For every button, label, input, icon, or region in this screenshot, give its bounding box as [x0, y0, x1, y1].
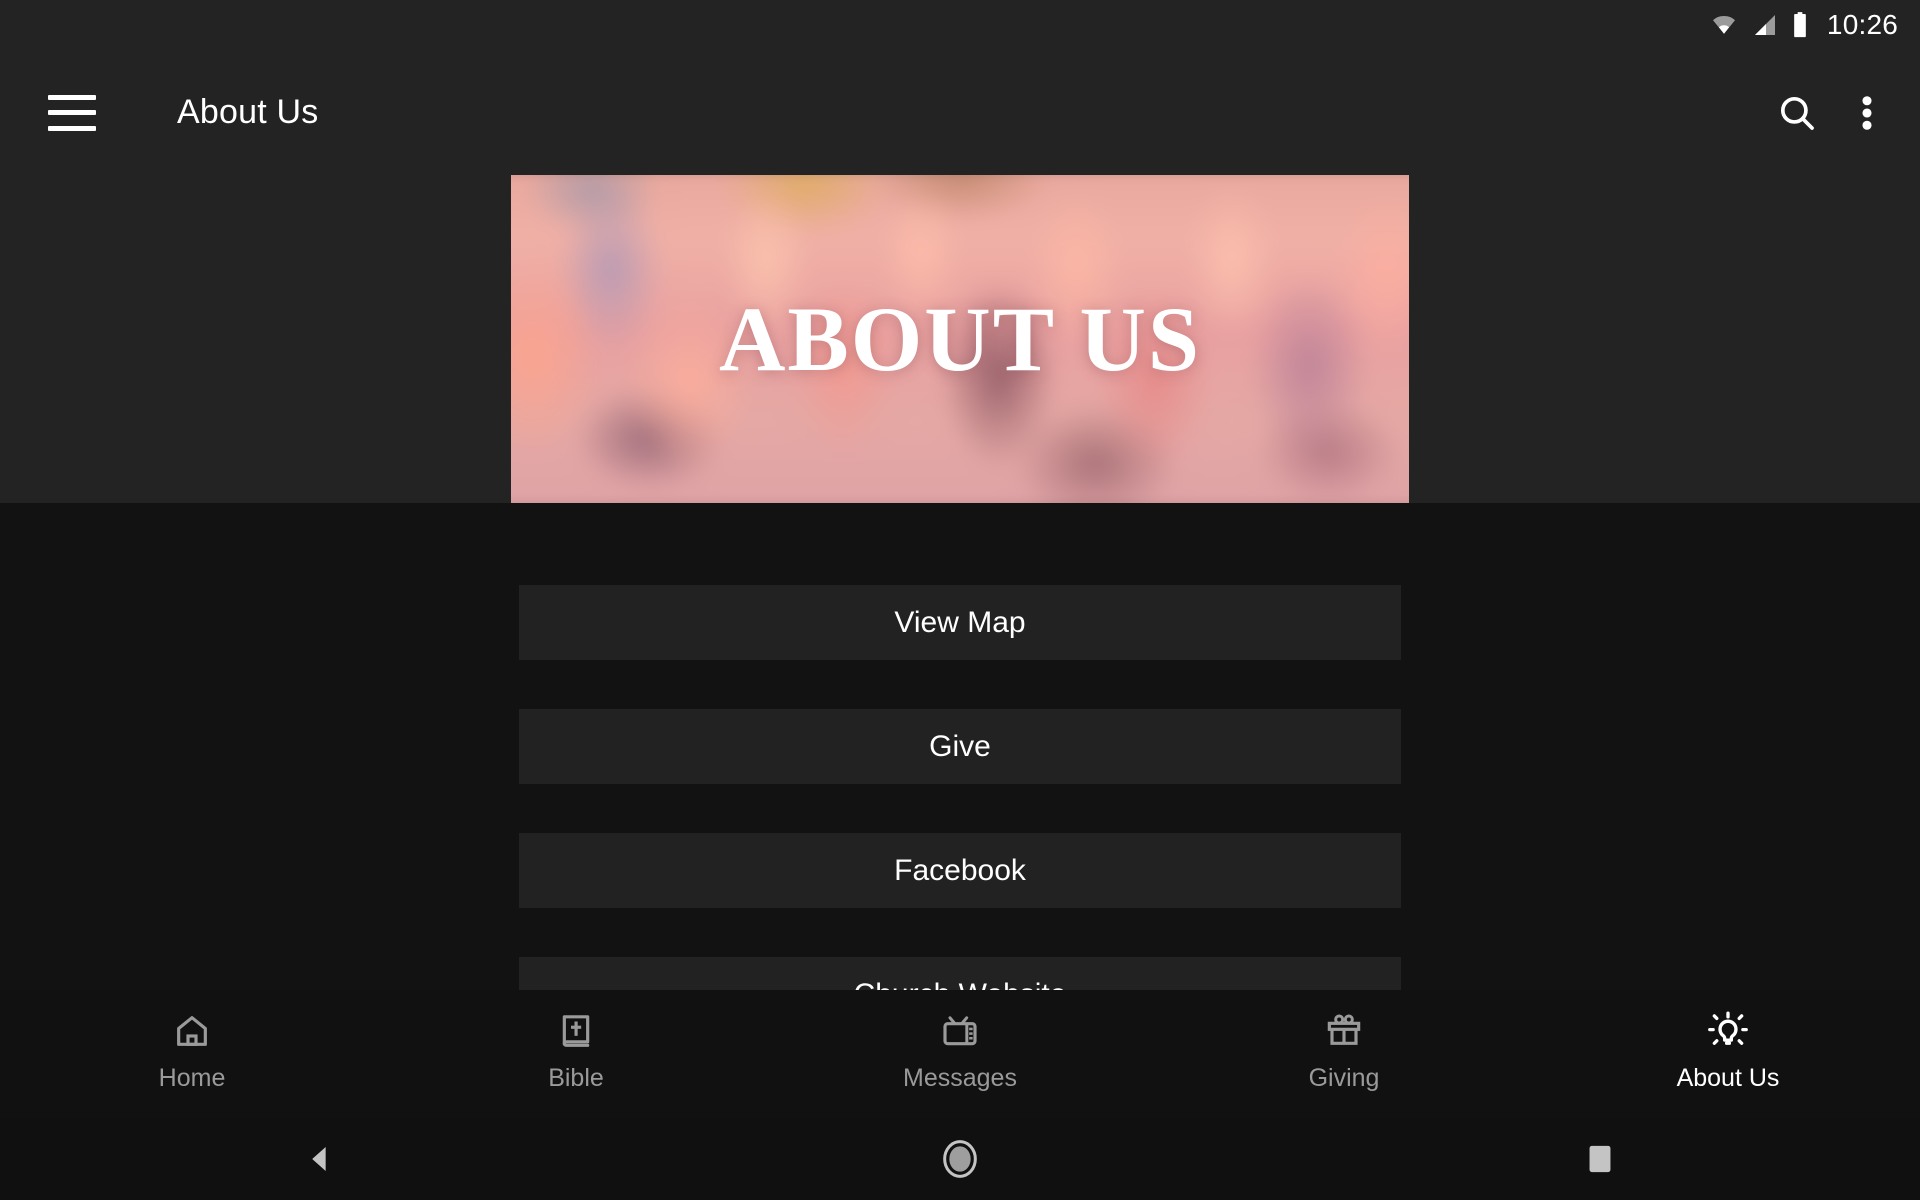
gift-icon: [1324, 1010, 1364, 1052]
tab-label-messages: Messages: [903, 1064, 1017, 1092]
cellular-signal-icon: [1751, 13, 1779, 37]
view-map-button[interactable]: View Map: [519, 585, 1401, 660]
tab-messages[interactable]: Messages: [768, 990, 1152, 1093]
give-button[interactable]: Give: [519, 709, 1401, 784]
tab-home[interactable]: Home: [0, 990, 384, 1093]
facebook-button[interactable]: Facebook: [519, 833, 1401, 908]
bottom-tab-bar: Home Bible Messages Giving About Us: [0, 990, 1920, 1118]
hero-section: ABOUT US: [0, 175, 1920, 503]
tab-label-bible: Bible: [548, 1064, 604, 1092]
bible-icon: [556, 1010, 596, 1052]
wifi-icon: [1709, 13, 1739, 37]
recents-square-icon[interactable]: [1540, 1142, 1660, 1176]
tv-icon: [940, 1010, 980, 1052]
hamburger-menu-icon[interactable]: [48, 94, 96, 131]
tab-giving[interactable]: Giving: [1152, 990, 1536, 1093]
hero-title: ABOUT US: [718, 288, 1202, 390]
more-vertical-icon[interactable]: [1860, 92, 1874, 134]
battery-icon: [1791, 11, 1809, 39]
android-system-nav: [0, 1118, 1920, 1200]
main-content: View Map Give Facebook Church Website: [0, 503, 1920, 990]
tab-about-us[interactable]: About Us: [1536, 990, 1920, 1093]
lightbulb-icon: [1707, 1010, 1749, 1052]
tab-label-about-us: About Us: [1676, 1064, 1780, 1092]
status-bar-time: 10:26: [1826, 9, 1898, 40]
tab-label-giving: Giving: [1308, 1064, 1380, 1092]
home-circle-icon[interactable]: [900, 1137, 1020, 1181]
search-icon[interactable]: [1776, 92, 1818, 134]
app-bar: About Us: [0, 50, 1920, 175]
church-website-button[interactable]: Church Website: [519, 957, 1401, 990]
hero-banner: ABOUT US: [511, 175, 1409, 503]
app-bar-actions: [1776, 92, 1920, 134]
home-icon: [172, 1010, 212, 1052]
app-bar-left: About Us: [0, 93, 318, 132]
back-triangle-icon[interactable]: [260, 1142, 380, 1176]
page-title: About Us: [177, 93, 319, 131]
tab-label-home: Home: [158, 1064, 226, 1092]
app-root: 10:26 About Us ABOUT US View Map Give Fa…: [0, 0, 1920, 1200]
status-bar: 10:26: [0, 0, 1920, 50]
tab-bible[interactable]: Bible: [384, 990, 768, 1093]
